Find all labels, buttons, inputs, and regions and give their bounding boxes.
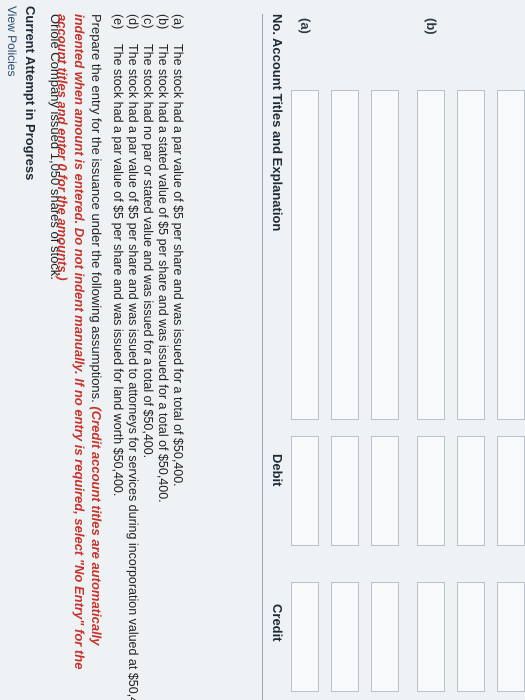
debit-input[interactable] [371, 436, 399, 546]
account-title-input[interactable] [497, 90, 525, 420]
assumption-text: The stock had no par or stated value and… [141, 44, 155, 459]
account-title-input[interactable] [371, 90, 399, 420]
assumption-d: (d) The stock had a par value of $5 per … [125, 14, 140, 700]
assumption-b: (b) The stock had a stated value of $5 p… [155, 14, 170, 700]
account-title-input[interactable] [457, 90, 485, 420]
assumption-letter: (d) [126, 14, 140, 30]
instructions-plain: Prepare the entry for the issuance under… [89, 14, 104, 403]
assumption-text: The stock had a par value of $5 per shar… [111, 44, 125, 497]
debit-input[interactable] [291, 436, 319, 546]
header-divider [262, 14, 263, 700]
assumption-text: The stock had a stated value of $5 per s… [156, 44, 170, 503]
debit-input[interactable] [331, 436, 359, 546]
attempt-status: Current Attempt in Progress [23, 6, 38, 181]
assumption-list: (a) The stock had a par value of $5 per … [110, 14, 185, 700]
credit-input[interactable] [497, 582, 525, 692]
account-title-input[interactable] [417, 90, 445, 420]
credit-input[interactable] [457, 582, 485, 692]
assumption-text: The stock had a par value of $5 per shar… [171, 44, 185, 487]
column-no: No. [270, 14, 285, 35]
assumption-a: (a) The stock had a par value of $5 per … [170, 14, 185, 700]
assumption-letter: (a) [171, 14, 185, 30]
instructions: Prepare the entry for the issuance under… [54, 14, 105, 694]
journal-table-header: No. Account Titles and Explanation Debit… [265, 14, 285, 694]
column-credit: Credit [270, 604, 285, 642]
rotated-content: View Policies Current Attempt in Progres… [0, 0, 525, 700]
column-account-titles: Account Titles and Explanation [270, 38, 285, 232]
credit-input[interactable] [417, 582, 445, 692]
debit-input[interactable] [497, 436, 525, 546]
view-policies-link[interactable]: View Policies [5, 6, 19, 76]
account-title-input[interactable] [331, 90, 359, 420]
debit-input[interactable] [417, 436, 445, 546]
assumption-text: The stock had a par value of $5 per shar… [126, 44, 140, 700]
assumption-e: (e) The stock had a par value of $5 per … [110, 14, 125, 700]
row-label-b: (b) [424, 18, 439, 35]
credit-input[interactable] [331, 582, 359, 692]
assumption-letter: (c) [141, 14, 155, 29]
assumption-letter: (b) [156, 14, 170, 30]
row-label-a: (a) [298, 18, 313, 34]
page: View Policies Current Attempt in Progres… [0, 0, 525, 700]
credit-input[interactable] [371, 582, 399, 692]
debit-input[interactable] [457, 436, 485, 546]
assumption-letter: (e) [111, 14, 125, 30]
column-debit: Debit [270, 454, 285, 487]
credit-input[interactable] [291, 582, 319, 692]
assumption-c: (c) The stock had no par or stated value… [140, 14, 155, 700]
account-title-input[interactable] [291, 90, 319, 420]
